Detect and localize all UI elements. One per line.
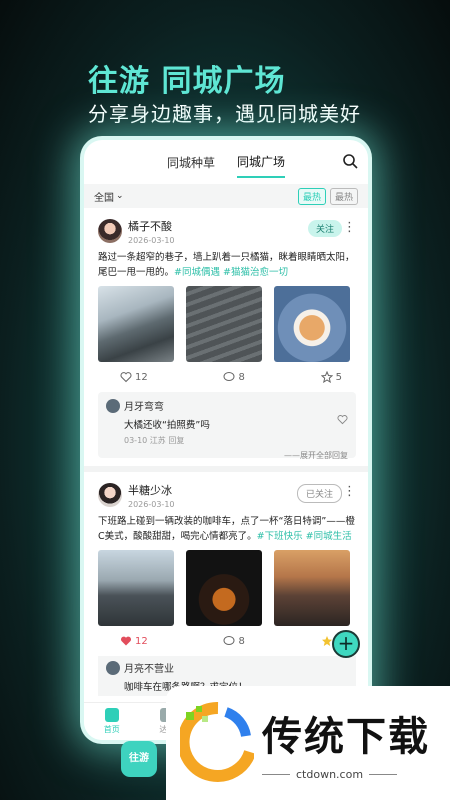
nav-home[interactable]: 首页 [104,708,120,735]
comment-button[interactable]: 8 [223,635,245,647]
username[interactable]: 橘子不酸 [128,218,175,234]
filter-row: 全国 ⌄ 最热 最热 [84,184,368,208]
more-icon[interactable]: ⋮ [343,485,356,498]
divider [369,774,398,775]
star-filled-icon [321,636,332,646]
tab-local-square[interactable]: 同城广场 [237,147,286,178]
like-count: 12 [135,635,148,647]
comment-header: 月牙弯弯 [106,398,348,413]
star-button[interactable]: 5 [320,371,342,383]
sort-group: 最热 最热 [297,188,358,205]
heart-filled-icon [120,636,132,646]
home-icon [104,708,119,722]
promo-subline: 分享身边趣事，遇见同城美好 [88,102,361,126]
sort-latest[interactable]: 最热 [297,188,326,205]
avatar[interactable] [98,219,122,243]
comment-user[interactable]: 月亮不营业 [124,660,174,675]
brand-logo-icon [180,702,254,782]
heart-icon[interactable] [337,414,348,425]
like-count: 12 [135,371,148,383]
app-logo: 往游 [121,741,157,777]
comment-user[interactable]: 月牙弯弯 [124,398,164,413]
avatar[interactable] [106,660,120,675]
like-button[interactable]: 12 [120,635,148,647]
post-date: 2026-03-10 [128,235,175,245]
expand-replies[interactable]: ——展开全部回复 [106,450,348,461]
phone-screen: 同城种草 同城广场 全国 ⌄ 最热 最热 橘子不酸 2026-03-10 关注 … [84,140,368,740]
comment-icon [223,636,235,645]
image-grid [98,286,356,362]
promo-headline: 往游 同城广场 [88,64,286,99]
post-image[interactable] [274,550,350,626]
followed-button[interactable]: 已关注 [296,484,342,503]
post-text: 下班路上碰到一辆改装的咖啡车，点了一杯“落日特调”——橙C美式，酸酸甜甜，喝完心… [98,514,356,544]
post-card: 半糖少冰 2026-03-10 已关注 ⋮ 下班路上碰到一辆改装的咖啡车，点了一… [84,472,368,696]
post-image[interactable] [98,550,174,626]
post-image[interactable] [98,286,174,362]
post-image[interactable] [186,550,262,626]
comment-preview[interactable]: 月牙弯弯 大橘还收“拍照费”吗 03-10 江苏 回复 ——展开全部回复 [98,392,356,461]
watermark-url-text: ctdown.com [296,768,364,781]
nav-label: 首页 [103,725,120,734]
region-select[interactable]: 全国 [94,189,114,204]
add-post-button[interactable]: + [332,630,360,658]
tab-local-picks[interactable]: 同城种草 [167,148,215,177]
post-tags[interactable]: #同城偶遇 #猫猫治愈一切 [174,267,288,278]
more-icon[interactable]: ⋮ [343,221,356,234]
post-date: 2026-03-10 [128,499,175,509]
star-count: 5 [335,371,342,383]
comment-button[interactable]: 8 [223,371,245,383]
avatar[interactable] [106,398,120,413]
follow-button[interactable]: 关注 [307,220,342,237]
post-header: 半糖少冰 2026-03-10 已关注 ⋮ [98,480,356,510]
watermark-banner: 传统下载 ctdown.com [166,686,450,800]
post-text: 路过一条超窄的巷子，墙上趴着一只橘猫，眯着眼睛晒太阳，尾巴一甩一甩的。#同城偶遇… [98,250,356,280]
heart-icon [120,372,132,383]
post-header: 橘子不酸 2026-03-10 关注 ⋮ [98,216,356,246]
divider [262,774,290,775]
comment-icon [223,372,235,381]
like-button[interactable]: 12 [120,371,148,383]
image-grid [98,550,356,626]
avatar[interactable] [98,483,122,507]
comment-count: 8 [238,635,245,647]
top-tabs: 同城种草 同城广场 [84,140,368,184]
comment-header: 月亮不营业 [106,660,348,675]
post-image[interactable] [274,286,350,362]
comment-meta[interactable]: 03-10 江苏 回复 [124,435,348,446]
star-icon [320,371,333,383]
search-icon[interactable] [342,153,358,169]
watermark-url: ctdown.com [262,768,398,781]
post-tags[interactable]: #下班快乐 #同城生活 [257,531,352,542]
sort-other[interactable]: 最热 [329,188,358,205]
comment-text: 大橘还收“拍照费”吗 [124,420,210,431]
post-image[interactable] [186,286,262,362]
comment-count: 8 [238,371,245,383]
post-card: 橘子不酸 2026-03-10 关注 ⋮ 路过一条超窄的巷子，墙上趴着一只橘猫，… [84,208,368,461]
post-actions: 12 8 5 [98,626,356,650]
post-actions: 12 8 5 [98,362,356,386]
chevron-down-icon[interactable]: ⌄ [116,191,124,201]
watermark-title: 传统下载 [262,714,430,760]
username[interactable]: 半糖少冰 [128,482,175,498]
